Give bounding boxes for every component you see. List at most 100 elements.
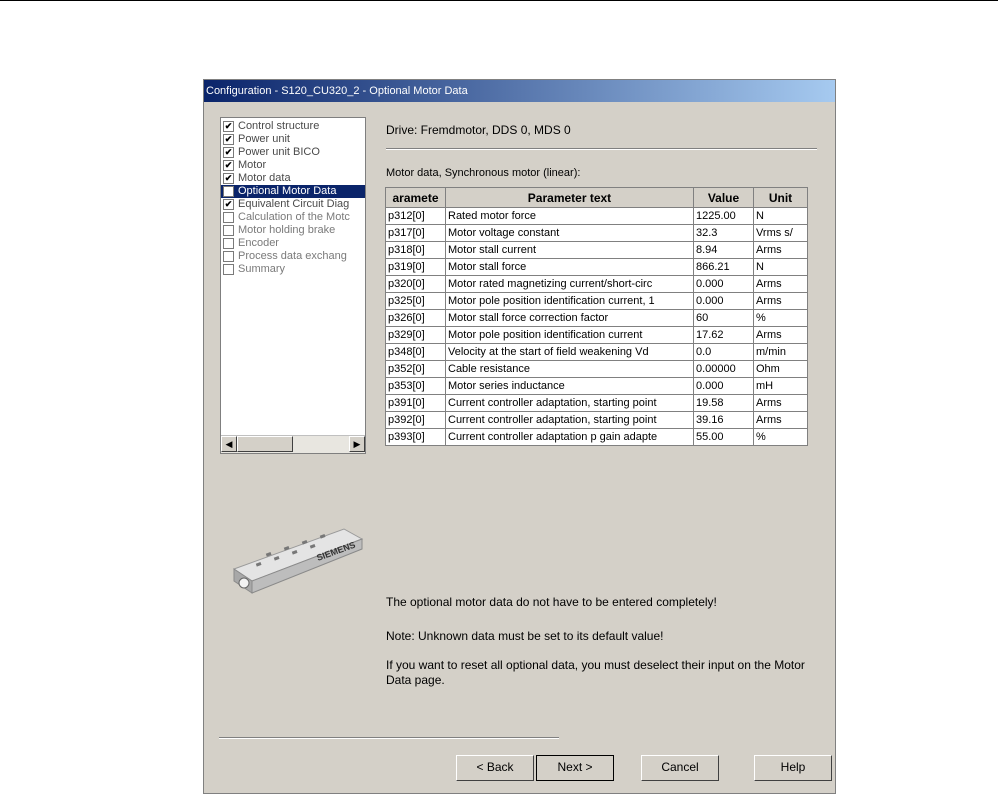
- table-row: p312[0] Rated motor force 1225.00 N: [385, 207, 808, 225]
- table-header-row: aramete Parameter text Value Unit: [385, 187, 808, 208]
- cell-unit: Vrms s/: [753, 224, 808, 242]
- cancel-button[interactable]: Cancel: [641, 755, 719, 781]
- checkbox-icon[interactable]: ✔: [223, 173, 234, 184]
- table-row: p348[0] Velocity at the start of field we…: [385, 343, 808, 361]
- wizard-step-item[interactable]: ✔ Equivalent Circuit Diag: [221, 198, 365, 211]
- checkbox-icon[interactable]: ✔: [223, 199, 234, 210]
- column-header-value[interactable]: Value: [693, 187, 754, 208]
- wizard-step-label: Control structure: [238, 120, 320, 132]
- cell-parameter-text: Velocity at the start of field weakening…: [445, 343, 694, 361]
- wizard-step-item[interactable]: ✔ Control structure: [221, 120, 365, 133]
- table-row: p320[0] Motor rated magnetizing current/s…: [385, 275, 808, 293]
- cell-parameter: p393[0]: [385, 428, 446, 446]
- wizard-step-list[interactable]: ✔ Control structure ✔ Power unit ✔ Power unit…: [220, 117, 366, 454]
- wizard-step-label: Process data exchang: [238, 250, 347, 262]
- table-row: p392[0] Current controller adaptation, st…: [385, 411, 808, 429]
- wizard-step-item[interactable]: ✔ Power unit: [221, 133, 365, 146]
- table-row: p353[0] Motor series inductance 0.000 mH: [385, 377, 808, 395]
- cell-value[interactable]: 0.0: [693, 343, 754, 361]
- note-default-value: Note: Unknown data must be set to its de…: [386, 629, 664, 643]
- cell-parameter-text: Motor pole position identification curre…: [445, 326, 694, 344]
- checkbox-icon[interactable]: [223, 225, 234, 236]
- note-optional-data: The optional motor data do not have to b…: [386, 595, 717, 609]
- wizard-step-item[interactable]: Process data exchang: [221, 250, 365, 263]
- wizard-step-item[interactable]: ✔ Motor: [221, 159, 365, 172]
- scroll-thumb[interactable]: [237, 436, 293, 452]
- cell-unit: N: [753, 207, 808, 225]
- cell-value[interactable]: 19.58: [693, 394, 754, 412]
- cell-value[interactable]: 0.00000: [693, 360, 754, 378]
- column-header-unit[interactable]: Unit: [753, 187, 808, 208]
- cell-parameter: p353[0]: [385, 377, 446, 395]
- wizard-step-label: Motor data: [238, 172, 291, 184]
- cell-parameter-text: Motor stall force correction factor: [445, 309, 694, 327]
- table-row: p352[0] Cable resistance 0.00000 Ohm: [385, 360, 808, 378]
- cell-unit: mH: [753, 377, 808, 395]
- checkbox-icon[interactable]: [223, 212, 234, 223]
- wizard-step-item[interactable]: ✔ Power unit BICO: [221, 146, 365, 159]
- cell-value[interactable]: 0.000: [693, 275, 754, 293]
- checkbox-icon[interactable]: [223, 264, 234, 275]
- column-header-parameter[interactable]: aramete: [385, 187, 446, 208]
- cell-parameter-text: Current controller adaptation p gain ada…: [445, 428, 694, 446]
- wizard-step-items: ✔ Control structure ✔ Power unit ✔ Power unit…: [221, 118, 365, 276]
- cell-parameter: p329[0]: [385, 326, 446, 344]
- wizard-step-label: Equivalent Circuit Diag: [238, 198, 350, 210]
- checkbox-icon[interactable]: ✔: [223, 134, 234, 145]
- cell-parameter: p319[0]: [385, 258, 446, 276]
- footer-separator: [219, 737, 559, 739]
- cell-value[interactable]: 1225.00: [693, 207, 754, 225]
- table-row: p326[0] Motor stall force correction fact…: [385, 309, 808, 327]
- checkbox-icon[interactable]: [223, 186, 234, 197]
- wizard-step-item[interactable]: Summary: [221, 263, 365, 276]
- table-body: p312[0] Rated motor force 1225.00 Np317[0] M…: [385, 207, 808, 446]
- checkbox-icon[interactable]: ✔: [223, 121, 234, 132]
- back-button[interactable]: < Back: [456, 755, 534, 781]
- horizontal-scrollbar[interactable]: ◀ ▶: [221, 435, 365, 453]
- next-button[interactable]: Next >: [536, 755, 614, 781]
- wizard-step-item[interactable]: Calculation of the Motc: [221, 211, 365, 224]
- cell-unit: Arms: [753, 275, 808, 293]
- wizard-step-item[interactable]: Optional Motor Data: [221, 185, 365, 198]
- cell-value[interactable]: 55.00: [693, 428, 754, 446]
- cell-parameter: p392[0]: [385, 411, 446, 429]
- cell-parameter-text: Current controller adaptation, starting …: [445, 411, 694, 429]
- checkbox-icon[interactable]: [223, 238, 234, 249]
- checkbox-icon[interactable]: ✔: [223, 147, 234, 158]
- wizard-step-label: Calculation of the Motc: [238, 211, 350, 223]
- column-header-parameter-text[interactable]: Parameter text: [445, 187, 694, 208]
- wizard-step-label: Power unit BICO: [238, 146, 320, 158]
- checkbox-icon[interactable]: [223, 251, 234, 262]
- table-row: p325[0] Motor pole position identificatio…: [385, 292, 808, 310]
- cell-value[interactable]: 866.21: [693, 258, 754, 276]
- cell-parameter-text: Motor rated magnetizing current/short-ci…: [445, 275, 694, 293]
- table-row: p393[0] Current controller adaptation p g…: [385, 428, 808, 446]
- cell-parameter-text: Motor pole position identification curre…: [445, 292, 694, 310]
- scroll-right-icon[interactable]: ▶: [349, 436, 365, 452]
- cell-value[interactable]: 39.16: [693, 411, 754, 429]
- cell-value[interactable]: 0.000: [693, 292, 754, 310]
- cell-value[interactable]: 60: [693, 309, 754, 327]
- table-row: p319[0] Motor stall force 866.21 N: [385, 258, 808, 276]
- table-row: p318[0] Motor stall current 8.94 Arms: [385, 241, 808, 259]
- checkbox-icon[interactable]: ✔: [223, 160, 234, 171]
- cell-value[interactable]: 8.94: [693, 241, 754, 259]
- cell-unit: Arms: [753, 241, 808, 259]
- cell-unit: N: [753, 258, 808, 276]
- wizard-step-item[interactable]: Encoder: [221, 237, 365, 250]
- drive-info: Drive: Fremdmotor, DDS 0, MDS 0: [386, 123, 571, 137]
- top-rule: [0, 0, 998, 1]
- cell-value[interactable]: 0.000: [693, 377, 754, 395]
- help-button[interactable]: Help: [754, 755, 832, 781]
- cell-unit: Arms: [753, 394, 808, 412]
- cell-unit: Ohm: [753, 360, 808, 378]
- cell-value[interactable]: 17.62: [693, 326, 754, 344]
- motor-parameter-table: aramete Parameter text Value Unit p312[0…: [385, 187, 808, 446]
- cell-value[interactable]: 32.3: [693, 224, 754, 242]
- scroll-left-icon[interactable]: ◀: [221, 436, 237, 452]
- header-separator: [386, 148, 817, 150]
- cell-parameter-text: Rated motor force: [445, 207, 694, 225]
- cell-parameter: p325[0]: [385, 292, 446, 310]
- wizard-step-item[interactable]: ✔ Motor data: [221, 172, 365, 185]
- wizard-step-item[interactable]: Motor holding brake: [221, 224, 365, 237]
